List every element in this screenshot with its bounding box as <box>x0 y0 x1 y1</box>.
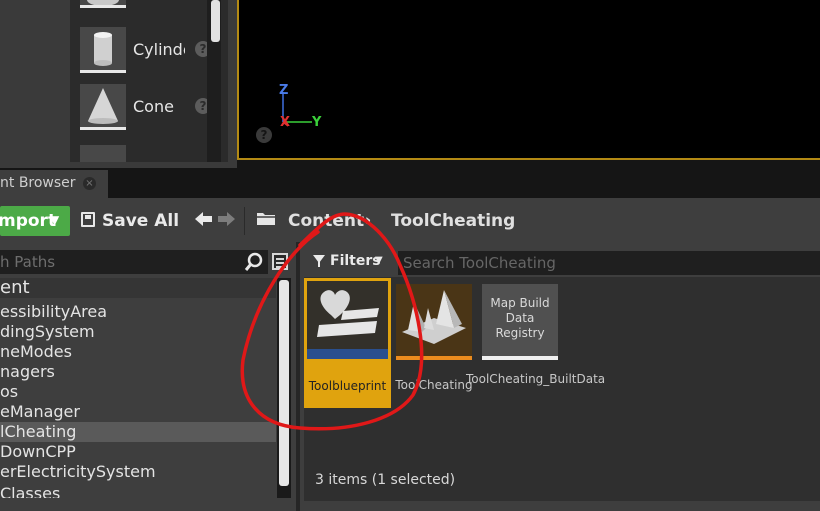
import-button[interactable]: mport ▼ <box>0 206 70 236</box>
chevron-down-icon: ▼ <box>50 213 60 227</box>
place-item-partial[interactable] <box>80 0 220 12</box>
asset-tile-toolblueprint[interactable]: Toolblueprint <box>304 278 391 408</box>
close-icon[interactable]: × <box>83 177 96 190</box>
search-paths-placeholder: h Paths <box>0 253 56 271</box>
view-options-icon[interactable] <box>272 253 288 270</box>
tree-item[interactable]: DownCPP <box>0 442 276 462</box>
breadcrumb-separator-icon[interactable]: › <box>365 211 371 229</box>
forward-arrow-icon[interactable] <box>218 211 236 227</box>
save-all-label: Save All <box>102 211 180 231</box>
level-viewport[interactable] <box>237 0 820 160</box>
search-icon[interactable] <box>244 252 264 272</box>
asset-tile-toolcheating[interactable]: ToolCheating <box>395 284 473 392</box>
back-arrow-icon[interactable] <box>195 211 213 227</box>
asset-tile-builtdata[interactable]: Map Build Data Registry ToolCheating_Bui… <box>466 284 605 386</box>
tab-label: nt Browser <box>0 175 76 191</box>
save-icon <box>81 212 95 227</box>
tree-item[interactable]: Classes <box>0 484 276 498</box>
status-text: 3 items (1 selected) <box>315 472 456 488</box>
place-list-scrollbar[interactable] <box>211 0 220 42</box>
help-icon[interactable]: ? <box>256 127 272 143</box>
breadcrumb-content[interactable]: Content <box>288 211 364 231</box>
blueprint-icon <box>307 281 388 359</box>
tree-item[interactable]: eManager <box>0 402 276 422</box>
asset-label: ToolCheating_BuiltData <box>466 372 606 386</box>
breadcrumb-current[interactable]: ToolCheating <box>391 211 515 231</box>
tree-item[interactable]: essibilityArea <box>0 302 276 322</box>
asset-search-placeholder: Search ToolCheating <box>403 254 556 272</box>
place-item-label: Cylinder <box>133 40 185 59</box>
folder-tree: ent essibilityArea dingSystem neModes na… <box>0 278 276 498</box>
place-actors-list: Cylinder ? Cone ? <box>70 0 228 162</box>
toolbar-divider <box>244 207 245 235</box>
place-item-cylinder[interactable]: Cylinder ? <box>80 27 220 77</box>
chevron-down-icon: ▼ <box>375 255 383 266</box>
filters-label: Filters <box>330 253 381 269</box>
filter-icon-stem <box>318 261 320 267</box>
sphere-thumbnail <box>80 0 126 8</box>
place-item-label: Cone <box>133 97 174 116</box>
axis-y-label: Y <box>312 115 322 130</box>
tree-scrollbar[interactable] <box>279 280 289 486</box>
tree-item[interactable]: os <box>0 382 276 402</box>
tree-item[interactable]: ent <box>0 278 276 298</box>
axis-x-label: X <box>280 115 291 130</box>
cone-icon <box>80 84 126 130</box>
level-map-icon <box>396 284 472 360</box>
asset-label: Toolblueprint <box>308 379 387 393</box>
cylinder-icon <box>80 27 126 73</box>
tree-item[interactable]: erElectricitySystem <box>0 462 276 482</box>
folder-icon[interactable] <box>256 211 276 226</box>
place-item-cone[interactable]: Cone ? <box>80 84 220 134</box>
import-button-label: mport <box>0 211 57 231</box>
shape-thumbnail <box>80 145 126 162</box>
axis-z-label: Z <box>279 83 289 98</box>
tree-item[interactable]: nagers <box>0 362 276 382</box>
tree-item[interactable]: neModes <box>0 342 276 362</box>
data-registry-icon: Map Build Data Registry <box>482 284 558 360</box>
place-item-partial[interactable] <box>80 145 220 162</box>
tab-bar <box>0 168 820 198</box>
tree-item[interactable]: dingSystem <box>0 322 276 342</box>
asset-thumbnail-text: Map Build Data Registry <box>490 296 550 340</box>
tree-item-selected[interactable]: lCheating <box>0 422 276 442</box>
